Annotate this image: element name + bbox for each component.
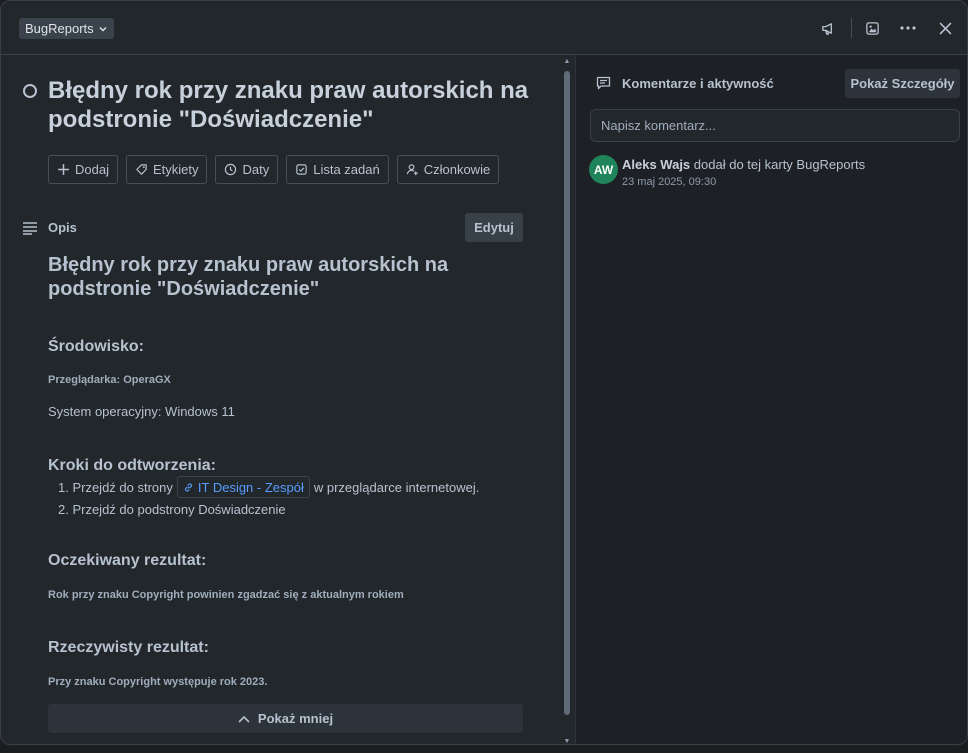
avatar[interactable]: AW: [589, 155, 618, 184]
checklist-button[interactable]: Lista zadań: [286, 155, 389, 184]
site-link-label: IT Design - Zespół: [197, 479, 304, 495]
expected-text: Rok przy znaku Copyright powinien zgadza…: [48, 589, 404, 601]
card-title[interactable]: Błędny rok przy znaku praw autorskich na…: [48, 76, 548, 134]
browser-text: Przeglądarka: OperaGX: [48, 374, 171, 386]
clock-icon: [225, 163, 237, 176]
actual-heading: Rzeczywisty rezultat:: [48, 639, 209, 656]
description-content[interactable]: Błędny rok przy znaku praw autorskich na…: [48, 253, 528, 688]
scroll-down-icon[interactable]: ▼: [563, 738, 571, 744]
comments-title: Komentarze i aktywność: [622, 76, 774, 91]
chevron-up-icon: [238, 715, 250, 723]
close-icon[interactable]: [935, 18, 955, 38]
scrollbar[interactable]: ▲ ▼: [561, 55, 573, 744]
activity-entry: Aleks Wajs dodał do tej karty BugReports: [622, 157, 865, 172]
edit-description-button[interactable]: Edytuj: [465, 213, 523, 242]
complete-toggle[interactable]: [23, 84, 37, 98]
comment-icon: [596, 76, 611, 90]
members-button-label: Członkowie: [423, 162, 491, 177]
more-icon[interactable]: [898, 18, 918, 38]
description-icon: [23, 222, 37, 235]
header-divider: [851, 18, 852, 38]
actual-text: Przy znaku Copyright występuje rok 2023.: [48, 676, 268, 688]
labels-button-label: Etykiety: [152, 162, 199, 177]
board-selector-button[interactable]: BugReports: [19, 18, 114, 39]
environment-heading: Środowisko:: [48, 338, 145, 355]
add-button-label: Dodaj: [75, 162, 109, 177]
scroll-up-icon[interactable]: ▲: [563, 58, 571, 66]
list-item: 1. Przejdź do strony IT Design - Zespół …: [58, 476, 479, 498]
tag-icon: [136, 164, 147, 175]
steps-heading: Kroki do odtworzenia:: [48, 457, 216, 474]
step1-prefix: 1. Przejdź do strony: [58, 479, 173, 495]
link-icon: [184, 482, 192, 492]
site-link[interactable]: IT Design - Zespół: [176, 476, 310, 498]
activity-text: dodał do tej karty BugReports: [693, 157, 866, 172]
scroll-thumb[interactable]: [564, 71, 570, 715]
checklist-button-label: Lista zadań: [313, 162, 380, 177]
activity-timestamp[interactable]: 23 maj 2025, 09:30: [622, 176, 716, 188]
dialog-header: BugReports: [1, 1, 967, 55]
labels-button[interactable]: Etykiety: [125, 155, 208, 184]
board-selector-label: BugReports: [25, 21, 94, 36]
checklist-icon: [296, 164, 307, 175]
description-heading: Błędny rok przy znaku praw autorskich na…: [48, 254, 449, 300]
show-details-button[interactable]: Pokaż Szczegóły: [845, 69, 960, 98]
dates-button[interactable]: Daty: [215, 155, 279, 184]
add-member-icon: [406, 164, 418, 176]
step1-suffix: w przeglądarce internetowej.: [313, 479, 480, 495]
activity-user[interactable]: Aleks Wajs: [622, 157, 690, 172]
list-item: 2. Przejdź do podstrony Doświadczenie: [58, 498, 479, 520]
show-less-label: Pokaż mniej: [257, 711, 334, 726]
card-detail-dialog: BugReports Błędny rok przy znaku praw au…: [0, 0, 968, 745]
expected-heading: Oczekiwany rezultat:: [48, 552, 207, 569]
chevron-down-icon: [99, 26, 107, 31]
add-button[interactable]: Dodaj: [48, 155, 118, 184]
description-label: Opis: [48, 220, 77, 235]
os-text: System operacyjny: Windows 11: [48, 404, 235, 419]
step2-text: 2. Przejdź do podstrony Doświadczenie: [58, 501, 286, 517]
comment-input[interactable]: Napisz komentarz...: [590, 109, 960, 142]
megaphone-icon[interactable]: [818, 18, 838, 38]
steps-list: 1. Przejdź do strony IT Design - Zespół …: [58, 476, 479, 520]
dates-button-label: Daty: [242, 162, 270, 177]
plus-icon: [58, 164, 69, 175]
members-button[interactable]: Członkowie: [396, 155, 500, 184]
card-actions: Dodaj Etykiety Daty Lista zadań Członkow…: [48, 155, 500, 184]
image-icon[interactable]: [862, 18, 882, 38]
show-less-button[interactable]: Pokaż mniej: [48, 704, 523, 733]
